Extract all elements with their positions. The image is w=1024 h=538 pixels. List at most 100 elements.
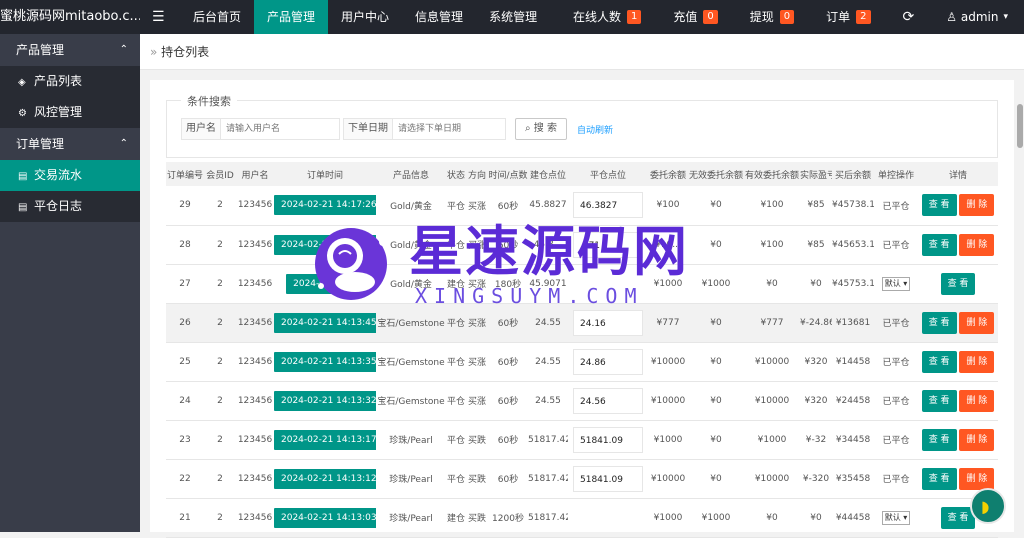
direction-cell: 买跌	[466, 498, 488, 538]
delete-button[interactable]: 删 除	[959, 428, 995, 451]
nav-item-system[interactable]: 系统管理	[476, 0, 550, 34]
search-button[interactable]: ⌕ 搜 索	[515, 118, 567, 140]
invalid-entrust-cell: ¥0	[688, 303, 744, 343]
username-input[interactable]	[221, 119, 339, 139]
column-header: 方向	[466, 162, 488, 186]
table-row[interactable]: 28 2 123456 2024-02-21 14:15:... Gold/黄金 平仓 买涨…	[166, 225, 998, 265]
view-button[interactable]: 查 看	[921, 428, 957, 451]
delete-button[interactable]: 删 除	[959, 467, 995, 490]
detail-cell: 查 看	[918, 264, 998, 304]
sidebar-item-product-list[interactable]: ◈ 产品列表	[0, 66, 140, 97]
view-button[interactable]: 查 看	[921, 350, 957, 373]
view-button[interactable]: 查 看	[921, 233, 957, 256]
sidebar-group-orders[interactable]: 订单管理 ⌃	[0, 128, 140, 160]
close-price-input[interactable]: ...71	[573, 231, 643, 258]
direction-cell: 买涨	[466, 303, 488, 343]
open-price-cell: 24.55	[528, 303, 568, 343]
column-header: 订单编号	[166, 162, 204, 186]
recharge-link[interactable]: 充值 0	[657, 0, 733, 34]
detail-cell: 查 看 删 除	[918, 303, 998, 343]
delete-button[interactable]: 删 除	[959, 389, 995, 412]
date-input[interactable]	[393, 119, 505, 139]
delete-button[interactable]: 删 除	[959, 194, 995, 217]
close-price-cell: 51841.09	[568, 459, 648, 499]
table-row[interactable]: 29 2 123456 2024-02-21 14:17:26 Gold/黄金 平仓 买涨 6…	[166, 186, 998, 226]
user-menu[interactable]: ♙ admin ▾	[930, 0, 1024, 34]
double-chevron-icon: »	[150, 45, 162, 59]
product-cell: 宝石/Gemstone	[376, 303, 446, 343]
scrollbar-thumb[interactable]	[1017, 104, 1023, 148]
orders-link[interactable]: 订单 2	[810, 0, 886, 34]
table-row[interactable]: 24 2 123456 2024-02-21 14:13:32 宝石/Gemstone 平…	[166, 381, 998, 421]
sidebar-item-trade-flow[interactable]: ▤ 交易流水	[0, 160, 140, 191]
member-id-cell: 2	[204, 303, 236, 343]
delete-button[interactable]: 删 除	[959, 350, 995, 373]
product-cell: 珍珠/Pearl	[376, 498, 446, 538]
withdraw-link[interactable]: 提现 0	[734, 0, 810, 34]
close-price-input[interactable]: 24.86	[573, 348, 643, 375]
close-price-cell: 51841.09	[568, 420, 648, 460]
member-id-cell: 2	[204, 420, 236, 460]
refresh-button[interactable]: ⟳	[887, 0, 931, 34]
open-price-cell: 24.55	[528, 381, 568, 421]
control-cell: 已平仓	[874, 186, 918, 226]
control-select[interactable]: 默认 ▾	[881, 276, 911, 291]
sidebar: 产品管理 ⌃ ◈ 产品列表 ⚙ 风控管理 订单管理 ⌃ ▤ 交易流水 ▤ 平仓日志	[0, 34, 140, 532]
nav-item-users[interactable]: 用户中心	[328, 0, 402, 34]
table-row[interactable]: 21 2 123456 2024-02-21 14:13:03 珍珠/Pearl 建仓 买跌…	[166, 498, 998, 538]
entrust-cell: ¥1000	[648, 498, 688, 538]
chat-float-button[interactable]: ◗	[970, 488, 1006, 524]
table-row[interactable]: 23 2 123456 2024-02-21 14:13:17 珍珠/Pearl 平仓 买跌…	[166, 420, 998, 460]
order-id-cell: 23	[166, 420, 204, 460]
delete-button[interactable]: 删 除	[959, 311, 995, 334]
close-price-input[interactable]: 24.56	[573, 387, 643, 414]
control-cell: 默认 ▾	[874, 498, 918, 538]
nav-item-home[interactable]: 后台首页	[180, 0, 254, 34]
view-button[interactable]: 查 看	[921, 194, 957, 217]
table-row[interactable]: 26 2 123456 2024-02-21 14:13:45 宝石/Gemstone 平…	[166, 303, 998, 343]
duration-cell: 60秒	[488, 420, 528, 460]
order-time-cell: 2024-02-21 14:13:03	[274, 498, 376, 538]
sidebar-item-close-log[interactable]: ▤ 平仓日志	[0, 191, 140, 222]
top-header: 蜜桃源码网mitaobo.c... ☰ 后台首页 产品管理 用户中心 信息管理 …	[0, 0, 1024, 34]
detail-cell: 查 看 删 除	[918, 225, 998, 265]
close-price-input[interactable]: 46.3827	[573, 192, 643, 219]
delete-button[interactable]: 删 除	[959, 233, 995, 256]
table-body: 29 2 123456 2024-02-21 14:17:26 Gold/黄金 平仓 买涨 6…	[166, 186, 998, 538]
table-row[interactable]: 22 2 123456 2024-02-21 14:13:12 珍珠/Pearl 平仓 买跌…	[166, 459, 998, 499]
detail-cell: 查 看 删 除	[918, 186, 998, 226]
nav-item-info[interactable]: 信息管理	[402, 0, 476, 34]
doc-icon: ▤	[18, 202, 28, 213]
column-header: 有效委托余额	[744, 162, 800, 186]
menu-icon[interactable]: ☰	[152, 0, 165, 34]
invalid-entrust-cell: ¥0	[688, 342, 744, 382]
table-row[interactable]: 25 2 123456 2024-02-21 14:13:35 宝石/Gemstone 平…	[166, 342, 998, 382]
column-header: 用户名	[236, 162, 274, 186]
view-button[interactable]: 查 看	[921, 467, 957, 490]
control-cell: 已平仓	[874, 225, 918, 265]
username-label: 用户名	[182, 119, 221, 139]
brand-title[interactable]: 蜜桃源码网mitaobo.c...	[0, 0, 140, 34]
close-price-input[interactable]: 51841.09	[573, 465, 643, 492]
product-cell: 珍珠/Pearl	[376, 459, 446, 499]
order-id-cell: 27	[166, 264, 204, 304]
table-row[interactable]: 27 2 123456 2024-02-21 ... Gold/黄金 建仓 买涨 180秒 45…	[166, 264, 998, 304]
order-id-cell: 22	[166, 459, 204, 499]
close-price-input[interactable]: 24.16	[573, 309, 643, 336]
auto-refresh-link[interactable]: 自动刷新	[577, 123, 613, 136]
sidebar-group-products[interactable]: 产品管理 ⌃	[0, 34, 140, 66]
date-field: 下单日期	[343, 118, 506, 140]
nav-item-products[interactable]: 产品管理	[254, 0, 329, 34]
control-select[interactable]: 默认 ▾	[881, 510, 911, 525]
view-button[interactable]: 查 看	[940, 272, 976, 295]
invalid-entrust-cell: ¥1000	[688, 498, 744, 538]
status-cell: 平仓	[446, 303, 466, 343]
view-button[interactable]: 查 看	[921, 389, 957, 412]
username-cell: 123456	[236, 186, 274, 226]
duration-cell: 60秒	[488, 381, 528, 421]
member-id-cell: 2	[204, 186, 236, 226]
close-price-input[interactable]: 51841.09	[573, 426, 643, 453]
online-users-link[interactable]: 在线人数 1	[557, 0, 657, 34]
view-button[interactable]: 查 看	[921, 311, 957, 334]
sidebar-item-risk-control[interactable]: ⚙ 风控管理	[0, 97, 140, 128]
